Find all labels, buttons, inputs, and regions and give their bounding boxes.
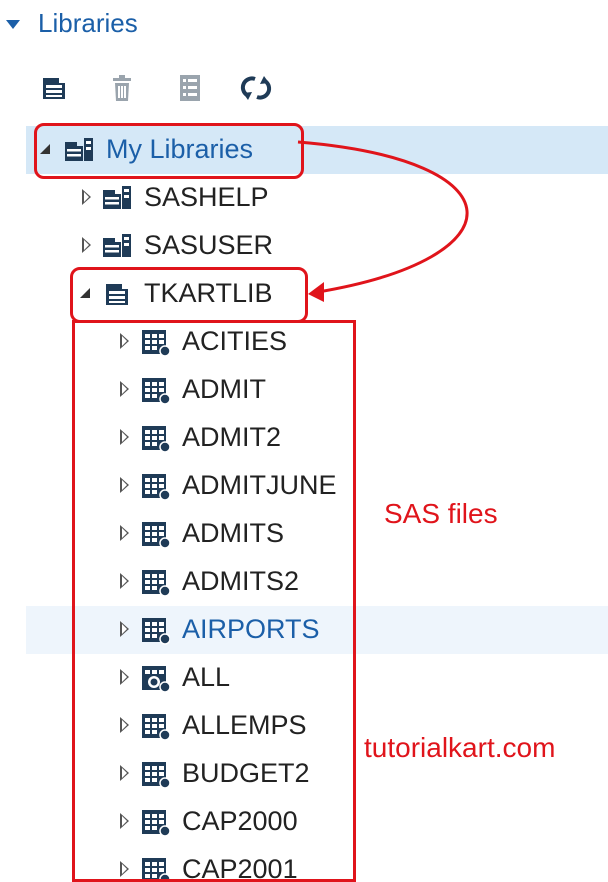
watermark-text: tutorialkart.com — [364, 732, 556, 763]
annotation-label: SAS files — [384, 498, 498, 529]
